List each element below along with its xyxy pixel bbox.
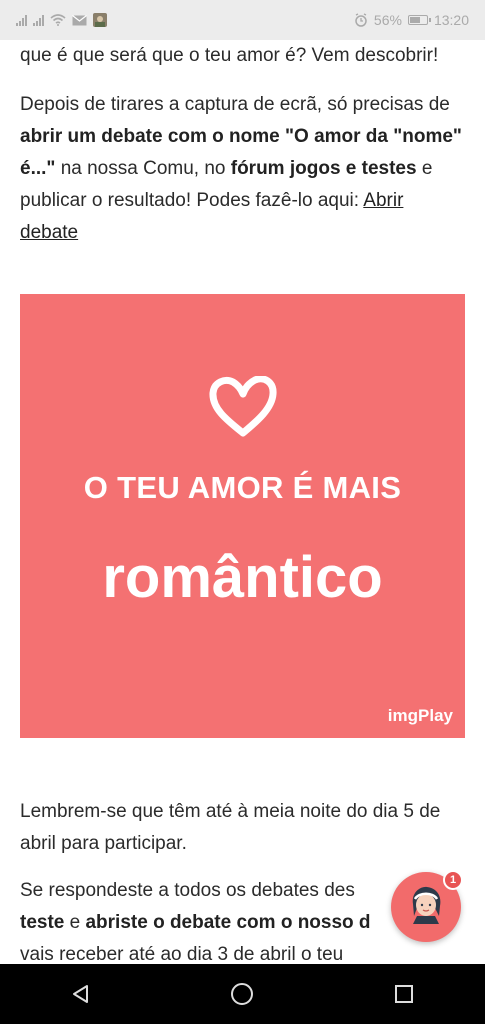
- text: vais receber até ao dia 3 de abril o teu: [20, 944, 344, 965]
- paragraph-instructions: Depois de tirares a captura de ecrã, só …: [20, 89, 465, 249]
- photo-icon: [93, 13, 107, 27]
- text: na nossa Comu, no: [55, 158, 231, 179]
- battery-icon: [407, 15, 431, 25]
- battery-percent: 56%: [373, 12, 402, 28]
- banner-title: O TEU AMOR É MAIS: [83, 470, 402, 505]
- wifi-icon: [50, 14, 66, 26]
- back-icon: [72, 985, 88, 1003]
- assistant-avatar-button[interactable]: 1: [391, 870, 463, 942]
- system-nav-bar: [0, 964, 485, 1024]
- home-button[interactable]: [212, 964, 272, 1024]
- quiz-result-image: O TEU AMOR É MAIS romântico imgPlay: [20, 294, 465, 738]
- status-bar: 56% 13:20: [0, 0, 485, 40]
- bold-text: fórum jogos e testes: [230, 158, 417, 179]
- alarm-icon: [355, 13, 367, 27]
- text: e: [64, 912, 86, 933]
- paragraph-intro: que é que será que o teu amor é? Vem des…: [20, 45, 439, 66]
- status-left: [16, 13, 107, 27]
- recents-icon: [395, 985, 414, 1003]
- bold-text: teste: [20, 912, 65, 933]
- banner-result: romântico: [102, 545, 383, 610]
- paragraph-deadline: Lembrem-se que têm até à meia noite do d…: [20, 801, 441, 854]
- back-button[interactable]: [51, 964, 111, 1024]
- article-body: que é que será que o teu amor é? Vem des…: [20, 40, 465, 249]
- avatar-icon: [412, 886, 441, 924]
- text: Se respondeste a todos os debates des: [20, 880, 355, 901]
- signal-icon: [33, 14, 44, 26]
- status-right: 56% 13:20: [354, 12, 469, 28]
- signal-icon: [16, 14, 27, 26]
- clock: 13:20: [433, 12, 469, 28]
- imgplay-watermark: imgPlay: [387, 706, 453, 725]
- heart-icon: [209, 376, 277, 437]
- bold-text: abriste o debate com o nosso d: [85, 912, 371, 933]
- notification-badge: 1: [443, 870, 463, 890]
- text: Depois de tirares a captura de ecrã, só …: [20, 94, 450, 115]
- home-icon: [231, 983, 254, 1005]
- recents-button[interactable]: [374, 964, 434, 1024]
- mail-icon: [72, 14, 87, 25]
